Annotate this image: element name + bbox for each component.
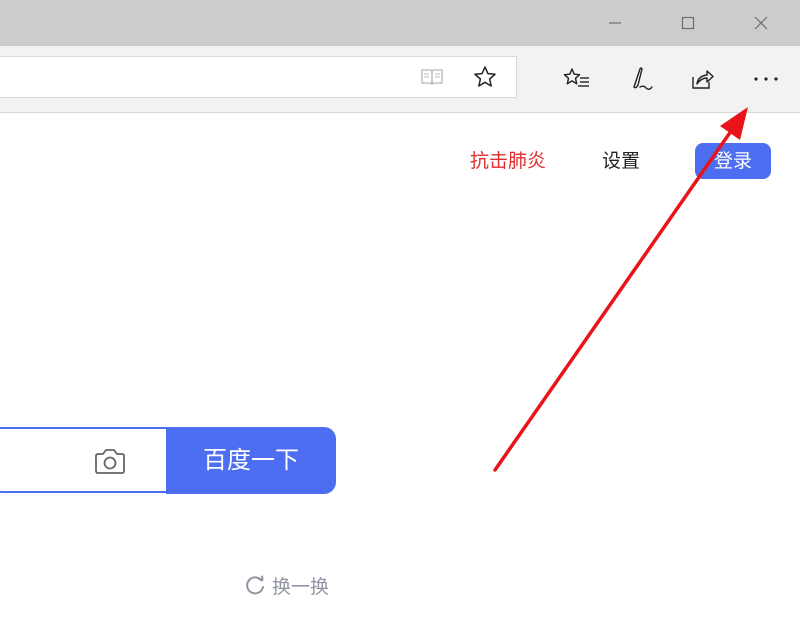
covid-link[interactable]: 抗击肺炎 bbox=[470, 149, 546, 173]
minimize-button[interactable] bbox=[581, 0, 649, 46]
web-note-button[interactable] bbox=[624, 63, 656, 95]
share-icon bbox=[692, 70, 714, 89]
favorites-button[interactable] bbox=[561, 63, 593, 95]
settings-link[interactable]: 设置 bbox=[602, 149, 640, 173]
login-button[interactable]: 登录 bbox=[695, 143, 771, 179]
star-icon bbox=[474, 66, 496, 87]
maximize-icon bbox=[681, 16, 695, 30]
search-input[interactable] bbox=[0, 427, 166, 493]
camera-icon[interactable] bbox=[92, 445, 128, 477]
refresh-label: 换一换 bbox=[272, 575, 330, 598]
refresh-hotlist-button[interactable]: 换一换 bbox=[244, 573, 330, 598]
refresh-icon bbox=[246, 575, 264, 595]
search-button[interactable]: 百度一下 bbox=[166, 427, 336, 494]
reading-view-button[interactable] bbox=[416, 61, 448, 93]
close-window-button[interactable] bbox=[727, 0, 795, 46]
book-icon bbox=[421, 69, 443, 86]
address-bar[interactable] bbox=[0, 56, 517, 98]
close-icon bbox=[754, 16, 768, 30]
favorites-list-icon bbox=[563, 68, 589, 87]
add-favorite-button[interactable] bbox=[469, 61, 501, 93]
maximize-button[interactable] bbox=[654, 0, 722, 46]
share-button[interactable] bbox=[686, 63, 718, 95]
page-content: 抗击肺炎 设置 登录 百度一下 换一换 bbox=[0, 113, 800, 634]
pen-icon bbox=[633, 67, 653, 90]
window-titlebar bbox=[0, 0, 800, 46]
minimize-icon bbox=[609, 22, 621, 24]
browser-toolbar bbox=[0, 46, 800, 113]
more-settings-button[interactable] bbox=[750, 63, 782, 95]
ellipsis-icon bbox=[754, 77, 778, 81]
